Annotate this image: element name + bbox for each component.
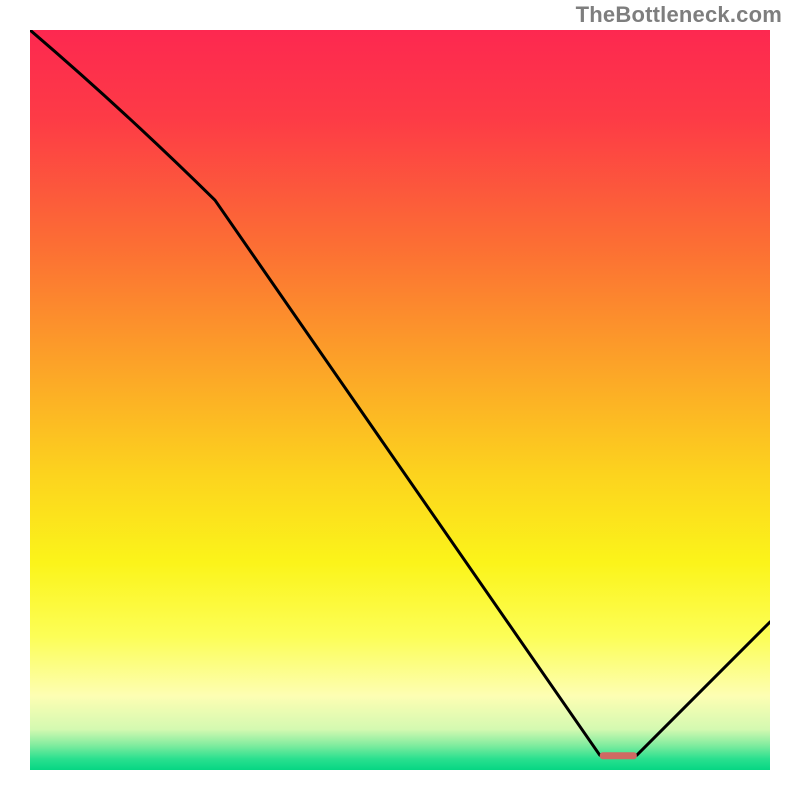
highlight-marker: [600, 752, 637, 759]
chart-canvas: [30, 30, 770, 770]
chart-plot-area: [30, 30, 770, 770]
attribution-text: TheBottleneck.com: [576, 2, 782, 28]
chart-page: TheBottleneck.com: [0, 0, 800, 800]
heatmap-background: [30, 30, 770, 770]
